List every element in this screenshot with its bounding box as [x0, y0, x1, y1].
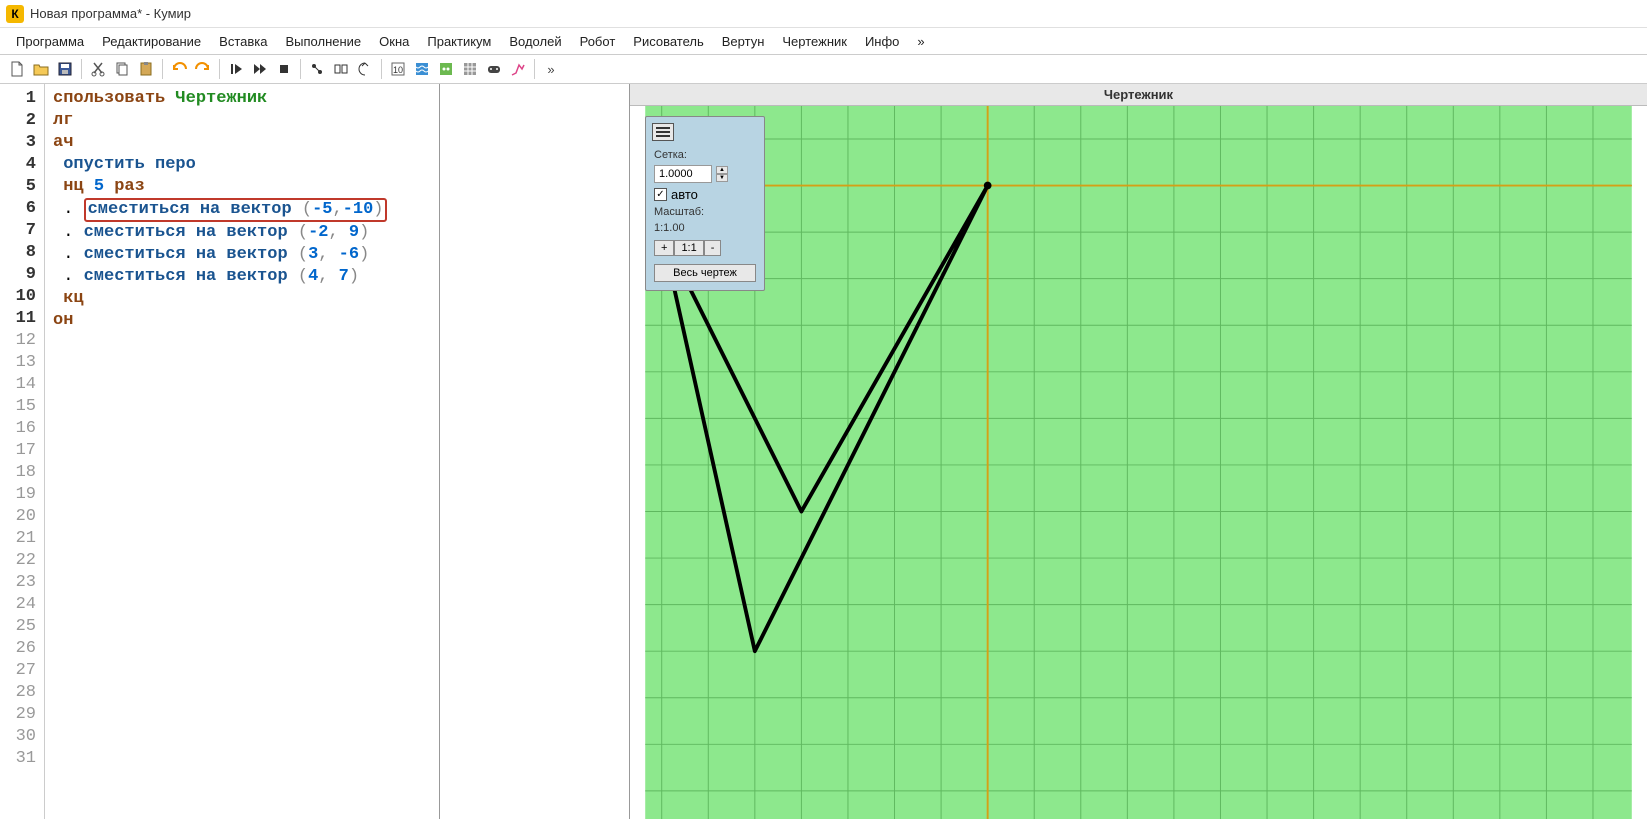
scale-value: 1:1.00 — [646, 220, 764, 236]
line-number: 25 — [0, 616, 44, 638]
vodoley-icon[interactable] — [411, 58, 433, 80]
output-pane — [439, 84, 629, 819]
auto-checkbox[interactable]: ✓ — [654, 188, 667, 201]
menu-Вставка[interactable]: Вставка — [211, 31, 275, 52]
line-number: 23 — [0, 572, 44, 594]
menu-Редактирование[interactable]: Редактирование — [94, 31, 209, 52]
editor-pane: 1234567891011121314151617181920212223242… — [0, 84, 630, 819]
tool-d-icon[interactable]: 10 — [387, 58, 409, 80]
menu-Водолей[interactable]: Водолей — [501, 31, 569, 52]
scale-label: Масштаб: — [646, 204, 764, 220]
line-number: 17 — [0, 440, 44, 462]
line-number: 2 — [0, 110, 44, 132]
line-number: 8 — [0, 242, 44, 264]
open-file-icon[interactable] — [30, 58, 52, 80]
line-number: 27 — [0, 660, 44, 682]
line-number: 22 — [0, 550, 44, 572]
stop-icon[interactable] — [273, 58, 295, 80]
run-icon[interactable] — [225, 58, 247, 80]
gutter: 1234567891011121314151617181920212223242… — [0, 84, 45, 819]
drawer-title: Чертежник — [630, 84, 1647, 106]
cut-icon[interactable] — [87, 58, 109, 80]
menu-Вертун[interactable]: Вертун — [714, 31, 773, 52]
undo-icon[interactable] — [168, 58, 190, 80]
line-number: 1 — [0, 88, 44, 110]
tool-c-icon[interactable] — [354, 58, 376, 80]
menu-Рисователь[interactable]: Рисователь — [625, 31, 711, 52]
grid-label: Сетка: — [646, 147, 764, 163]
fit-all-button[interactable]: Весь чертеж — [654, 264, 756, 282]
window-title: Новая программа* - Кумир — [30, 6, 191, 21]
menu-Чертежник[interactable]: Чертежник — [774, 31, 855, 52]
line-number: 4 — [0, 154, 44, 176]
line-number: 28 — [0, 682, 44, 704]
menu-Программа[interactable]: Программа — [8, 31, 92, 52]
line-number: 24 — [0, 594, 44, 616]
drawer-pane: Чертежник Сетка: ▲▼ ✓ авто Масштаб: 1:1.… — [630, 84, 1647, 819]
save-file-icon[interactable] — [54, 58, 76, 80]
redo-icon[interactable] — [192, 58, 214, 80]
draw-tool-icon[interactable] — [507, 58, 529, 80]
menu-Практикум[interactable]: Практикум — [419, 31, 499, 52]
line-number: 21 — [0, 528, 44, 550]
line-number: 3 — [0, 132, 44, 154]
panel-menu-icon[interactable] — [652, 123, 674, 141]
grid-value-input[interactable] — [654, 165, 712, 183]
line-number: 15 — [0, 396, 44, 418]
spinner-icon[interactable]: ▲▼ — [716, 166, 728, 182]
app-icon: К — [6, 5, 24, 23]
line-number: 16 — [0, 418, 44, 440]
menubar: ПрограммаРедактированиеВставкаВыполнение… — [0, 28, 1647, 54]
menu-Окна[interactable]: Окна — [371, 31, 417, 52]
robot-icon[interactable] — [435, 58, 457, 80]
tool-a-icon[interactable] — [306, 58, 328, 80]
zoom-reset-button[interactable]: 1:1 — [674, 240, 703, 256]
gamepad-icon[interactable] — [483, 58, 505, 80]
main: 1234567891011121314151617181920212223242… — [0, 84, 1647, 819]
line-number: 9 — [0, 264, 44, 286]
code-area[interactable]: спользовать Чертежник лг ач опустить пер… — [45, 84, 439, 819]
run-fast-icon[interactable] — [249, 58, 271, 80]
canvas-area[interactable]: Сетка: ▲▼ ✓ авто Масштаб: 1:1.00 + 1:1 -… — [630, 106, 1647, 819]
menu-Робот[interactable]: Робот — [572, 31, 624, 52]
menu-»[interactable]: » — [909, 31, 932, 52]
zoom-in-button[interactable]: + — [654, 240, 674, 256]
new-file-icon[interactable] — [6, 58, 28, 80]
toolbar-overflow[interactable]: » — [540, 58, 562, 80]
line-number: 11 — [0, 308, 44, 330]
line-number: 26 — [0, 638, 44, 660]
line-number: 30 — [0, 726, 44, 748]
line-number: 10 — [0, 286, 44, 308]
drawing-canvas — [630, 106, 1647, 819]
line-number: 20 — [0, 506, 44, 528]
auto-label: авто — [671, 187, 698, 202]
line-number: 12 — [0, 330, 44, 352]
toolbar: 10 » — [0, 54, 1647, 84]
line-number: 31 — [0, 748, 44, 770]
titlebar: К Новая программа* - Кумир — [0, 0, 1647, 28]
menu-Инфо[interactable]: Инфо — [857, 31, 907, 52]
line-number: 29 — [0, 704, 44, 726]
copy-icon[interactable] — [111, 58, 133, 80]
line-number: 5 — [0, 176, 44, 198]
line-number: 18 — [0, 462, 44, 484]
line-number: 14 — [0, 374, 44, 396]
paste-icon[interactable] — [135, 58, 157, 80]
line-number: 6 — [0, 198, 44, 220]
tool-b-icon[interactable] — [330, 58, 352, 80]
menu-Выполнение[interactable]: Выполнение — [277, 31, 369, 52]
line-number: 13 — [0, 352, 44, 374]
zoom-out-button[interactable]: - — [704, 240, 722, 256]
grid-tool-icon[interactable] — [459, 58, 481, 80]
svg-text:10: 10 — [393, 65, 403, 75]
control-panel: Сетка: ▲▼ ✓ авто Масштаб: 1:1.00 + 1:1 -… — [645, 116, 765, 291]
line-number: 7 — [0, 220, 44, 242]
line-number: 19 — [0, 484, 44, 506]
